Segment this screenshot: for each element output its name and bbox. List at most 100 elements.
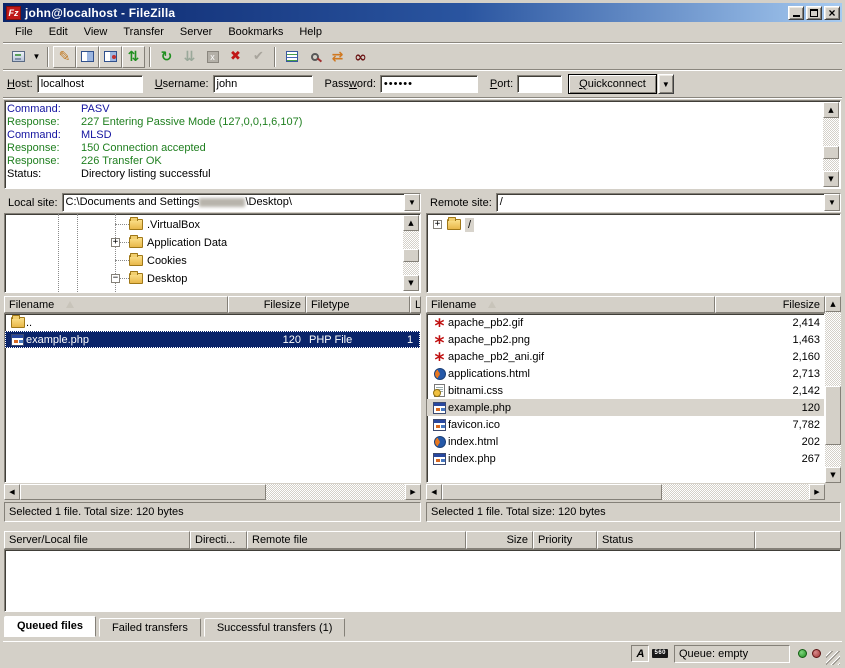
column-header-filesize[interactable]: Filesize	[228, 296, 306, 313]
synchronized-browsing-button[interactable]: ⇄	[326, 46, 349, 68]
menu-item-edit[interactable]: Edit	[41, 24, 76, 40]
minimize-button[interactable]	[788, 6, 804, 20]
scroll-down-icon[interactable]: ▼	[825, 467, 841, 483]
scroll-down-icon[interactable]: ▼	[403, 275, 419, 291]
cancel-button[interactable]: x	[201, 46, 224, 68]
chevron-down-icon[interactable]: ▼	[824, 194, 840, 211]
refresh-button[interactable]: ↻	[155, 46, 178, 68]
process-queue-button[interactable]: ⇊	[178, 46, 201, 68]
file-row[interactable]: *apache_pb2_ani.gif2,160	[427, 348, 824, 365]
column-header-filetype[interactable]: Filetype	[306, 296, 410, 313]
scrollbar-thumb[interactable]	[823, 146, 839, 160]
scroll-up-icon[interactable]: ▲	[403, 215, 419, 231]
file-row[interactable]: *apache_pb2.png1,463	[427, 331, 824, 348]
toggle-message-log-button[interactable]: ✎	[53, 46, 76, 68]
toggle-queue-button[interactable]: ⇅	[122, 46, 145, 68]
password-input[interactable]: ••••••	[380, 75, 478, 93]
collapse-icon[interactable]: −	[111, 274, 120, 283]
scroll-right-icon[interactable]: ▶	[405, 484, 421, 500]
scrollbar-thumb[interactable]	[403, 249, 419, 262]
window-titlebar[interactable]: Fz john@localhost - FileZilla ×	[3, 3, 842, 22]
directory-comparison-button[interactable]	[303, 46, 326, 68]
menu-item-server[interactable]: Server	[172, 24, 220, 40]
column-header-filesize[interactable]: Filesize	[715, 296, 825, 313]
scroll-left-icon[interactable]: ◀	[426, 484, 442, 500]
menu-item-view[interactable]: View	[76, 24, 116, 40]
menu-item-transfer[interactable]: Transfer	[115, 24, 172, 40]
local-tree[interactable]: .VirtualBox + Application Data Cookies −…	[4, 213, 421, 293]
quickconnect-dropdown[interactable]: ▼	[658, 74, 674, 94]
scroll-down-icon[interactable]: ▼	[823, 171, 839, 187]
tree-item-desktop[interactable]: Desktop	[129, 270, 187, 287]
sort-ascending-icon	[66, 301, 74, 308]
column-header-size[interactable]: Size	[466, 531, 533, 549]
file-row[interactable]: index.html202	[427, 433, 824, 450]
datatype-indicator-icon[interactable]: A	[631, 645, 649, 662]
scroll-right-icon[interactable]: ▶	[809, 484, 825, 500]
scrollbar-thumb[interactable]	[442, 484, 662, 500]
filter-button[interactable]	[280, 46, 303, 68]
menu-item-bookmarks[interactable]: Bookmarks	[220, 24, 291, 40]
file-row[interactable]: favicon.ico7,782	[427, 416, 824, 433]
folder-icon	[129, 255, 143, 266]
file-row[interactable]: index.php267	[427, 450, 824, 467]
column-header-filename[interactable]: Filename	[4, 296, 228, 313]
username-input[interactable]: john	[213, 75, 313, 93]
speed-limit-icon[interactable]: 560	[652, 649, 668, 658]
scrollbar-thumb[interactable]	[20, 484, 266, 500]
disconnect-button[interactable]: ✖	[224, 46, 247, 68]
tab-failed-transfers[interactable]: Failed transfers	[99, 618, 201, 637]
file-row-example-php[interactable]: example.php 120 PHP File 1	[5, 331, 420, 348]
tree-item-virtualbox[interactable]: .VirtualBox	[129, 216, 200, 233]
port-input[interactable]	[517, 75, 562, 93]
site-manager-button[interactable]	[7, 46, 30, 68]
file-row-selected[interactable]: example.php120	[427, 399, 824, 416]
reconnect-button[interactable]: ✔	[247, 46, 270, 68]
column-header-direction[interactable]: Directi...	[190, 531, 247, 549]
remote-tree[interactable]: + /	[426, 213, 841, 293]
remote-horizontal-scrollbar[interactable]: ◀ ▶	[426, 484, 825, 500]
maximize-button[interactable]	[806, 6, 822, 20]
tree-item-root[interactable]: /	[447, 216, 474, 233]
column-header-lastmodified[interactable]: L	[410, 296, 421, 313]
menu-item-help[interactable]: Help	[291, 24, 330, 40]
scrollbar-thumb[interactable]	[825, 386, 841, 445]
remote-site-combobox[interactable]: / ▼	[496, 193, 841, 212]
site-manager-dropdown[interactable]: ▼	[30, 46, 43, 68]
remote-file-list[interactable]: *apache_pb2.gif2,414 *apache_pb2.png1,46…	[426, 313, 825, 483]
menu-item-file[interactable]: File	[7, 24, 41, 40]
file-row[interactable]: applications.html2,713	[427, 365, 824, 382]
tree-item-cookies[interactable]: Cookies	[129, 252, 187, 269]
tab-successful-transfers[interactable]: Successful transfers (1)	[204, 618, 346, 637]
local-file-list[interactable]: .. example.php 120 PHP File 1	[4, 313, 421, 483]
file-row[interactable]: bitnami.css2,142	[427, 382, 824, 399]
scroll-up-icon[interactable]: ▲	[825, 296, 841, 312]
quickconnect-button[interactable]: Quickconnect	[568, 74, 657, 94]
local-site-combobox[interactable]: C:\Documents and Settings\Desktop\ ▼	[62, 193, 421, 212]
resize-grip[interactable]	[826, 651, 840, 665]
tree-item-application-data[interactable]: Application Data	[129, 234, 227, 251]
local-horizontal-scrollbar[interactable]: ◀ ▶	[4, 484, 421, 500]
close-button[interactable]: ×	[824, 6, 840, 20]
host-input[interactable]: localhost	[37, 75, 143, 93]
scroll-left-icon[interactable]: ◀	[4, 484, 20, 500]
file-row-parent-dir[interactable]: ..	[5, 314, 420, 331]
toggle-local-tree-button[interactable]	[76, 46, 99, 68]
find-files-button[interactable]: ∞	[349, 46, 372, 68]
column-header-server-local-file[interactable]: Server/Local file	[4, 531, 190, 549]
toggle-remote-tree-button[interactable]	[99, 46, 122, 68]
message-log-scrollbar[interactable]: ▲ ▼	[823, 102, 839, 187]
local-tree-scrollbar[interactable]: ▲ ▼	[403, 215, 419, 291]
remote-vertical-scrollbar[interactable]: ▲ ▼	[825, 296, 841, 483]
column-header-status[interactable]: Status	[597, 531, 755, 549]
chevron-down-icon[interactable]: ▼	[404, 194, 420, 211]
column-header-priority[interactable]: Priority	[533, 531, 597, 549]
scroll-up-icon[interactable]: ▲	[823, 102, 839, 118]
column-header-filename[interactable]: Filename	[426, 296, 715, 313]
file-row[interactable]: *apache_pb2.gif2,414	[427, 314, 824, 331]
expand-icon[interactable]: +	[433, 220, 442, 229]
queue-list[interactable]	[4, 549, 841, 612]
tab-queued-files[interactable]: Queued files	[4, 616, 96, 637]
expand-icon[interactable]: +	[111, 238, 120, 247]
column-header-remote-file[interactable]: Remote file	[247, 531, 466, 549]
